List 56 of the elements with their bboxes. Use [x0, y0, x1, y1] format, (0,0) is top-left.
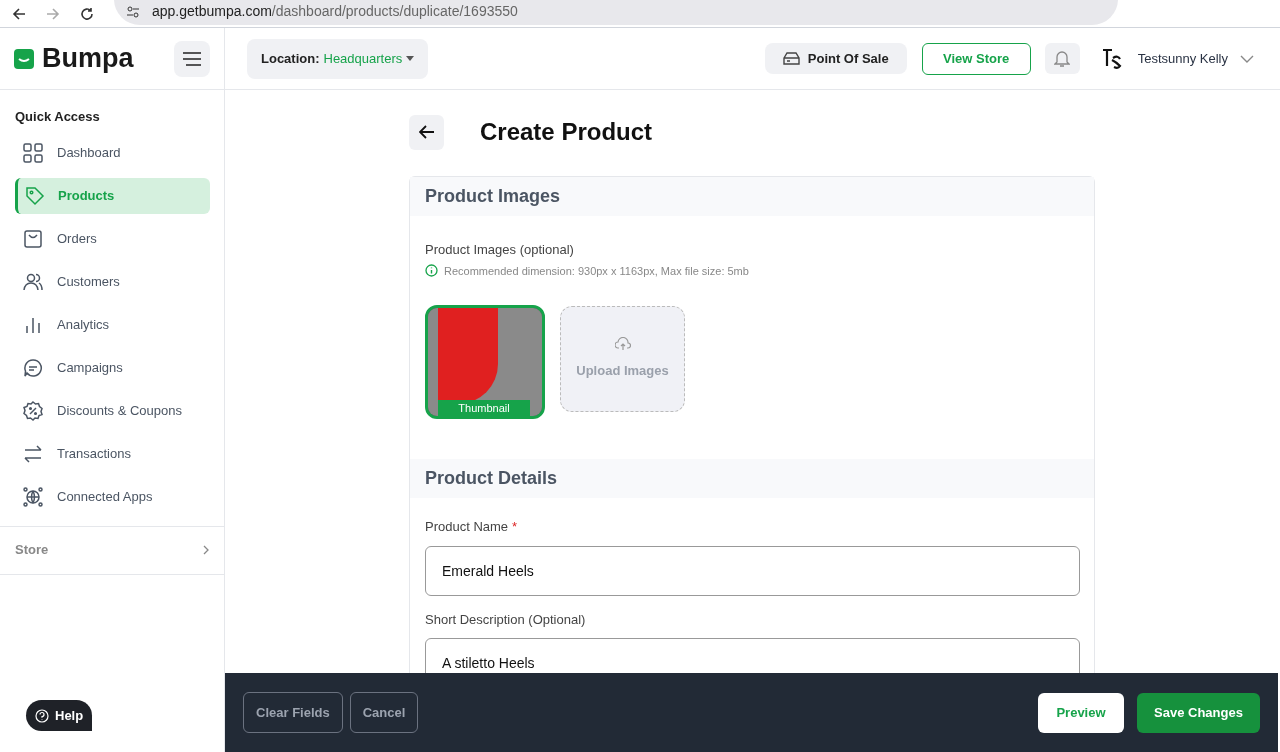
user-avatar-icon — [1101, 47, 1124, 70]
page-title: Create Product — [480, 117, 653, 147]
tag-icon — [25, 185, 45, 206]
sidebar-item[interactable]: Campaigns — [15, 349, 210, 386]
footer-button[interactable]: Cancel — [349, 692, 419, 733]
info-icon — [425, 264, 438, 278]
logo-icon — [14, 48, 34, 69]
sidebar-item[interactable]: Orders — [15, 220, 210, 257]
swap-arrows-icon — [23, 443, 43, 464]
text-input[interactable]: Emerald Heels — [425, 545, 1080, 596]
chat-icon — [23, 357, 43, 378]
users-icon — [23, 271, 43, 292]
site-settings-icon[interactable] — [126, 4, 140, 19]
required-mark: * — [512, 518, 518, 536]
field-label: Product Images (optional) — [425, 241, 575, 259]
logo-text: Bumpa — [42, 42, 134, 76]
back-arrow-icon — [418, 125, 435, 139]
drive-icon — [782, 52, 800, 65]
grid-icon — [23, 142, 43, 163]
sidebar-item[interactable]: Connected Apps — [15, 478, 210, 515]
notifications-button[interactable] — [1044, 43, 1080, 74]
footer-button[interactable]: Clear Fields — [243, 692, 343, 733]
menu-button[interactable] — [174, 40, 210, 77]
help-icon — [35, 708, 49, 723]
chevron-right-icon — [203, 545, 209, 555]
url-text: app.getbumpa.com/dashboard/products/duplicate/1693550 — [152, 2, 518, 21]
sidebar-item[interactable]: Analytics — [15, 306, 210, 343]
section-heading: Product Details — [410, 459, 1094, 498]
help-button[interactable]: Help — [26, 700, 93, 731]
section-heading: Product Images — [410, 177, 1094, 216]
discount-icon — [23, 400, 43, 421]
sidebar-item[interactable]: Dashboard — [15, 134, 210, 171]
back-button[interactable] — [409, 114, 444, 150]
bag-icon — [23, 228, 43, 249]
address-bar[interactable]: app.getbumpa.com/dashboard/products/duplicate/1693550 — [114, 0, 1118, 25]
label-text: Short Description (Optional) — [425, 610, 586, 629]
sidebar-item[interactable]: Discounts & Coupons — [15, 392, 210, 429]
cloud-upload-icon — [614, 337, 631, 352]
bell-icon — [1054, 49, 1071, 68]
label-text: Product Name — [425, 518, 509, 536]
globe-icon — [23, 486, 43, 507]
location-selector[interactable]: Location: Headquarters — [247, 38, 429, 79]
sidebar-item[interactable]: Transactions — [15, 435, 210, 472]
store-menu-item[interactable]: Store — [0, 526, 224, 575]
thumbnail-label: Thumbnail — [438, 400, 530, 416]
sidebar-item[interactable]: Customers — [15, 263, 210, 300]
chevron-down-icon[interactable] — [1240, 54, 1254, 63]
save-changes-button[interactable]: Save Changes — [1137, 692, 1260, 733]
back-icon[interactable] — [12, 6, 26, 21]
section-heading: Quick Access — [14, 108, 101, 126]
point-of-sale-button[interactable]: Point Of Sale — [764, 43, 907, 74]
user-name[interactable]: Testsunny Kelly — [1137, 48, 1228, 69]
reload-icon[interactable] — [80, 6, 94, 21]
caret-icon — [406, 56, 415, 61]
menu-icon — [183, 51, 201, 66]
hint-text: Recommended dimension: 930px x 1163px, Max file size: 5mb — [444, 263, 749, 279]
